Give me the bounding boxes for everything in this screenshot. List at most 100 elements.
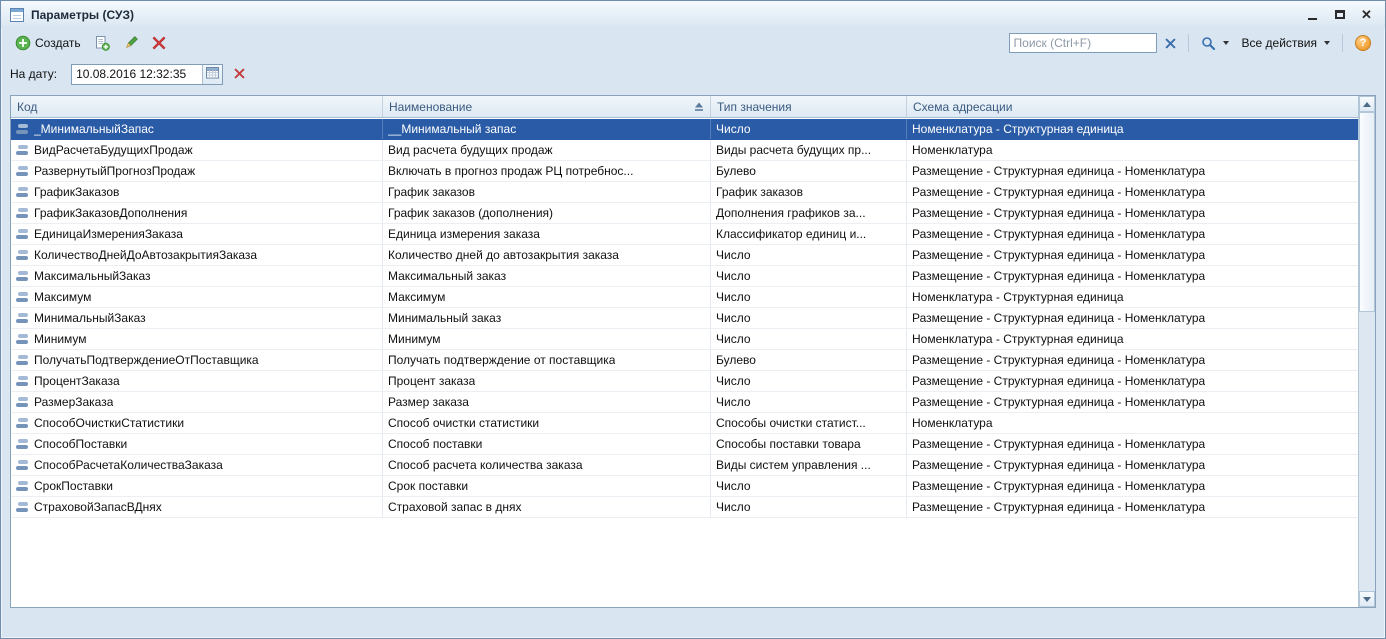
table-row[interactable]: ГрафикЗаказов График заказов График зака… [11,182,1358,203]
parameter-icon [16,417,29,429]
schema-text: Размещение - Структурная единица - Номен… [912,437,1205,451]
clear-search-button[interactable] [1160,35,1181,52]
name-text: График заказов [388,185,475,199]
parameter-icon [16,207,29,219]
scroll-up-button[interactable] [1359,96,1375,112]
name-text: Способ поставки [388,437,482,451]
cell-code: ВидРасчетаБудущихПродаж [11,140,383,160]
table-row[interactable]: Минимум Минимум Число Номенклатура - Стр… [11,329,1358,350]
search-input[interactable] [1009,33,1157,53]
code-text: ГрафикЗаказов [34,185,119,199]
column-header-schema[interactable]: Схема адресации [907,96,1358,117]
cell-code: МаксимальныйЗаказ [11,266,383,286]
clear-date-button[interactable] [229,64,249,84]
pencil-icon [123,35,139,51]
table-row[interactable]: ВидРасчетаБудущихПродаж Вид расчета буду… [11,140,1358,161]
parameter-icon [16,144,29,156]
cell-type: Число [711,308,907,328]
type-text: Число [716,374,751,388]
name-text: Получать подтверждение от поставщика [388,353,615,367]
cell-schema: Размещение - Структурная единица - Номен… [907,245,1358,265]
table-row[interactable]: СпособПоставки Способ поставки Способы п… [11,434,1358,455]
all-actions-button[interactable]: Все действия [1237,33,1335,53]
cell-name: Минимум [383,329,711,349]
code-text: СпособРасчетаКоличестваЗаказа [34,458,223,472]
table-row[interactable]: СпособРасчетаКоличестваЗаказа Способ рас… [11,455,1358,476]
vertical-scrollbar[interactable] [1358,96,1375,607]
table-row[interactable]: Максимум Максимум Число Номенклатура - С… [11,287,1358,308]
code-text: СтраховойЗапасВДнях [34,500,162,514]
window-title: Параметры (СУЗ) [31,8,1302,22]
cell-type: Число [711,119,907,139]
table-row[interactable]: РазвернутыйПрогнозПродаж Включать в прог… [11,161,1358,182]
schema-text: Размещение - Структурная единица - Номен… [912,395,1205,409]
name-text: Срок поставки [388,479,468,493]
type-text: Способы поставки товара [716,437,861,451]
table-row[interactable]: МинимальныйЗаказ Минимальный заказ Число… [11,308,1358,329]
help-icon: ? [1355,35,1371,51]
cell-code: ГрафикЗаказов [11,182,383,202]
delete-button[interactable] [147,33,171,53]
cell-name: __Минимальный запас [383,119,711,139]
cell-name: Вид расчета будущих продаж [383,140,711,160]
column-header-label: Наименование [389,100,472,114]
column-header-code[interactable]: Код [11,96,383,117]
close-icon: ✕ [1361,8,1372,21]
arrow-down-icon [1363,597,1371,602]
column-header-label: Схема адресации [913,100,1012,114]
code-text: РазвернутыйПрогнозПродаж [34,164,195,178]
table-row[interactable]: ПолучатьПодтверждениеОтПоставщика Получа… [11,350,1358,371]
maximize-button[interactable] [1329,6,1350,24]
cell-name: Количество дней до автозакрытия заказа [383,245,711,265]
search-options-button[interactable] [1196,33,1234,54]
table-row[interactable]: РазмерЗаказа Размер заказа Число Размеще… [11,392,1358,413]
close-button[interactable]: ✕ [1356,6,1377,24]
create-button[interactable]: Создать [10,32,86,54]
name-text: __Минимальный запас [388,122,516,136]
table-row[interactable]: КоличествоДнейДоАвтозакрытияЗаказа Колич… [11,245,1358,266]
cell-code: СрокПоставки [11,476,383,496]
cell-schema: Номенклатура [907,413,1358,433]
schema-text: Номенклатура - Структурная единица [912,332,1124,346]
cell-code: СпособПоставки [11,434,383,454]
cell-code: РазвернутыйПрогнозПродаж [11,161,383,181]
edit-button[interactable] [118,32,144,54]
copy-button[interactable] [89,32,115,54]
minimize-icon [1308,18,1317,20]
cell-name: Страховой запас в днях [383,497,711,517]
all-actions-label: Все действия [1242,36,1317,50]
date-input[interactable] [72,65,202,84]
table-row[interactable]: СрокПоставки Срок поставки Число Размеще… [11,476,1358,497]
type-text: Число [716,332,751,346]
cell-type: Классификатор единиц и... [711,224,907,244]
parameter-icon [16,249,29,261]
calendar-button[interactable] [202,65,222,84]
table-row[interactable]: ГрафикЗаказовДополнения График заказов (… [11,203,1358,224]
cell-type: Дополнения графиков за... [711,203,907,223]
chevron-down-icon [1223,41,1229,45]
cell-schema: Номенклатура - Структурная единица [907,119,1358,139]
type-text: Число [716,500,751,514]
title-bar: Параметры (СУЗ) ✕ [1,1,1385,28]
column-header-name[interactable]: Наименование [383,96,711,117]
table-row[interactable]: СтраховойЗапасВДнях Страховой запас в дн… [11,497,1358,518]
table-row[interactable]: _МинимальныйЗапас __Минимальный запас Чи… [11,119,1358,140]
clear-search-icon [1165,38,1176,49]
parameter-icon [16,165,29,177]
schema-text: Размещение - Структурная единица - Номен… [912,479,1205,493]
scrollbar-thumb[interactable] [1359,112,1375,312]
cell-schema: Номенклатура [907,140,1358,160]
schema-text: Размещение - Структурная единица - Номен… [912,248,1205,262]
type-text: Виды систем управления ... [716,458,871,472]
table-row[interactable]: ПроцентЗаказа Процент заказа Число Разме… [11,371,1358,392]
type-text: Число [716,395,751,409]
table-row[interactable]: ЕдиницаИзмеренияЗаказа Единица измерения… [11,224,1358,245]
help-button[interactable]: ? [1350,32,1376,54]
table-row[interactable]: СпособОчисткиСтатистики Способ очистки с… [11,413,1358,434]
scroll-down-button[interactable] [1359,591,1375,607]
schema-text: Номенклатура - Структурная единица [912,122,1124,136]
table-row[interactable]: МаксимальныйЗаказ Максимальный заказ Чис… [11,266,1358,287]
minimize-button[interactable] [1302,6,1323,24]
cell-type: Булево [711,161,907,181]
column-header-type[interactable]: Тип значения [711,96,907,117]
